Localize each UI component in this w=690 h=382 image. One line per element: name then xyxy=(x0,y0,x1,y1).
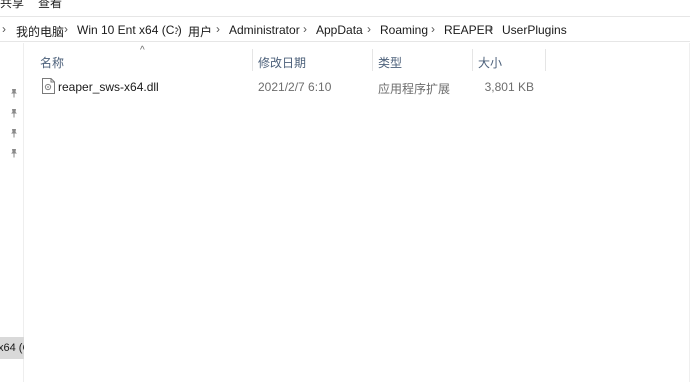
dll-file-icon xyxy=(42,78,55,94)
breadcrumb-separator-icon[interactable]: › xyxy=(64,22,68,36)
breadcrumb-item-administrator[interactable]: Administrator xyxy=(229,23,300,37)
ribbon-tab-share[interactable]: 共享 xyxy=(0,0,24,11)
breadcrumb-item-appdata[interactable]: AppData xyxy=(316,23,363,37)
breadcrumb-item-drive-c[interactable]: Win 10 Ent x64 (C:) xyxy=(77,23,182,37)
file-size: 3,801 KB xyxy=(484,80,534,94)
column-header-type-label: 类型 xyxy=(378,56,403,70)
ribbon-tab-view[interactable]: 查看 xyxy=(38,0,62,11)
breadcrumb-separator-icon[interactable]: › xyxy=(431,22,435,36)
nav-item-drive-c[interactable]: x64 (C:) xyxy=(0,337,24,359)
column-header-size[interactable]: 大小 xyxy=(473,47,545,73)
breadcrumb-item-users[interactable]: 用户 xyxy=(188,23,212,40)
address-bar: › 我的电脑 › Win 10 Ent x64 (C:) › 用户 › Admi… xyxy=(0,16,690,42)
column-divider[interactable] xyxy=(545,49,546,71)
pin-icon[interactable] xyxy=(9,108,19,118)
file-type: 应用程序扩展 xyxy=(378,82,451,96)
breadcrumb-item-roaming[interactable]: Roaming xyxy=(380,23,428,37)
breadcrumb-separator-icon[interactable]: › xyxy=(175,22,179,36)
breadcrumb-separator-icon: › xyxy=(2,22,6,36)
column-header-name-label: 名称 xyxy=(40,56,65,70)
breadcrumb-item-userplugins[interactable]: UserPlugins xyxy=(502,23,567,37)
file-modified-date: 2021/2/7 6:10 xyxy=(258,80,332,94)
column-header-date[interactable]: 修改日期 xyxy=(253,47,372,73)
breadcrumb-item-reaper[interactable]: REAPER xyxy=(444,23,493,37)
column-header-name[interactable]: 名称 xyxy=(34,47,252,73)
breadcrumb-separator-icon[interactable]: › xyxy=(303,22,307,36)
pin-icon[interactable] xyxy=(9,88,19,98)
navigation-pane[interactable]: x64 (C:) xyxy=(0,43,24,382)
pin-icon[interactable] xyxy=(9,148,19,158)
ribbon-tabs: 共享 查看 xyxy=(0,0,690,12)
column-header-date-label: 修改日期 xyxy=(258,56,307,70)
column-header-size-label: 大小 xyxy=(478,56,503,70)
column-header-type[interactable]: 类型 xyxy=(373,47,472,73)
breadcrumb-separator-icon[interactable]: › xyxy=(367,22,371,36)
file-row[interactable]: reaper_sws-x64.dll 2021/2/7 6:10 应用程序扩展 … xyxy=(34,76,544,98)
breadcrumb-item-my-computer[interactable]: 我的电脑 xyxy=(16,23,64,40)
pin-icon[interactable] xyxy=(9,128,19,138)
file-name[interactable]: reaper_sws-x64.dll xyxy=(58,80,159,94)
breadcrumb-separator-icon[interactable]: › xyxy=(489,22,493,36)
breadcrumb-separator-icon[interactable]: › xyxy=(216,22,220,36)
